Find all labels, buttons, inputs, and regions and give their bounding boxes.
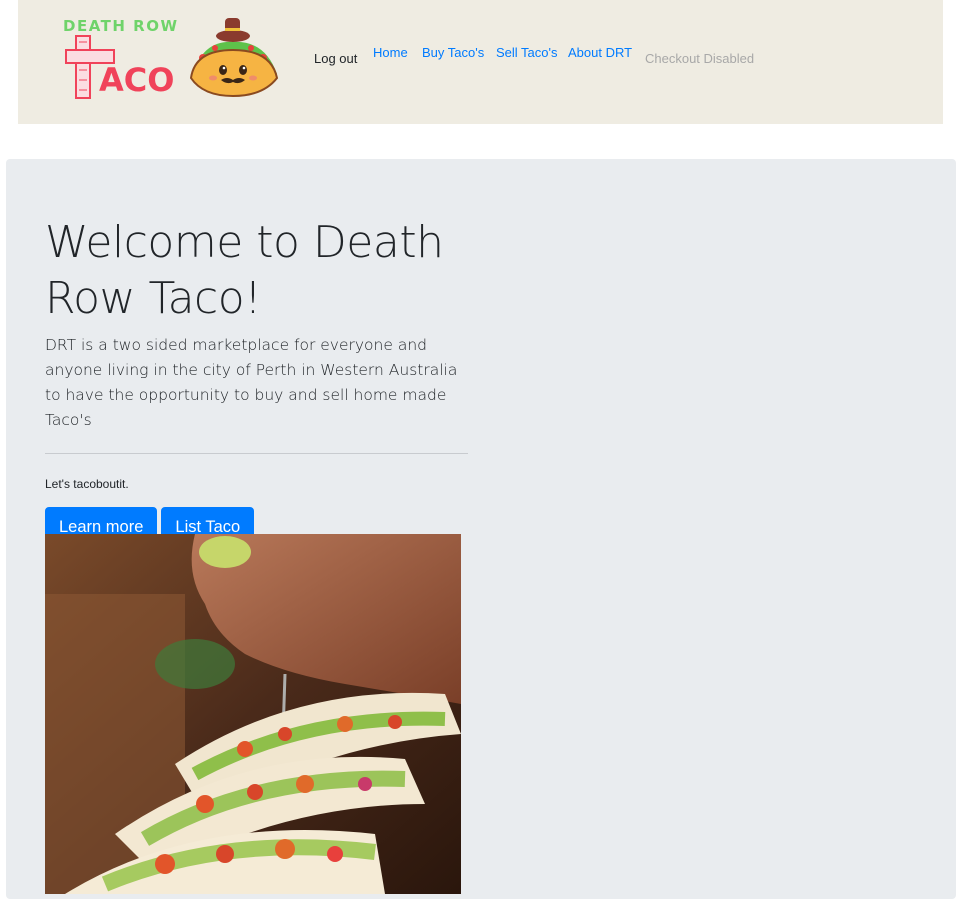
nav-sell-tacos-link[interactable]: Sell Taco's [496,45,558,60]
nav-checkout-disabled-link: Checkout Disabled [645,51,755,66]
tacos-photo-graphic [45,534,461,894]
hero-lead-text: DRT is a two sided marketplace for every… [45,336,458,429]
nav-about-link[interactable]: About DRT [568,45,632,60]
logo-taco-text: ACO [99,61,174,99]
logo-graphic: DEATH ROW ACO [63,17,279,99]
taco-mascot-icon [189,18,279,98]
brand-logo[interactable]: DEATH ROW ACO [63,14,283,100]
hero-tagline: Let's tacoboutit. [45,477,129,491]
page-title: Welcome to Death Row Taco! [45,217,444,324]
hero-jumbotron: Welcome to Death Row Taco! DRT is a two … [6,159,956,899]
nav-logout-link[interactable]: Log out [314,51,357,66]
hero-content: Welcome to Death Row Taco! DRT is a two … [45,215,469,548]
tacos-photo [45,534,461,894]
logo-death-row-text: DEATH ROW [63,17,179,35]
nav-home-link[interactable]: Home [373,45,408,60]
hero-divider [45,453,468,454]
nav-buy-tacos-link[interactable]: Buy Taco's [422,45,484,60]
navbar: DEATH ROW ACO Log out Home Buy Taco's Se… [18,0,943,124]
